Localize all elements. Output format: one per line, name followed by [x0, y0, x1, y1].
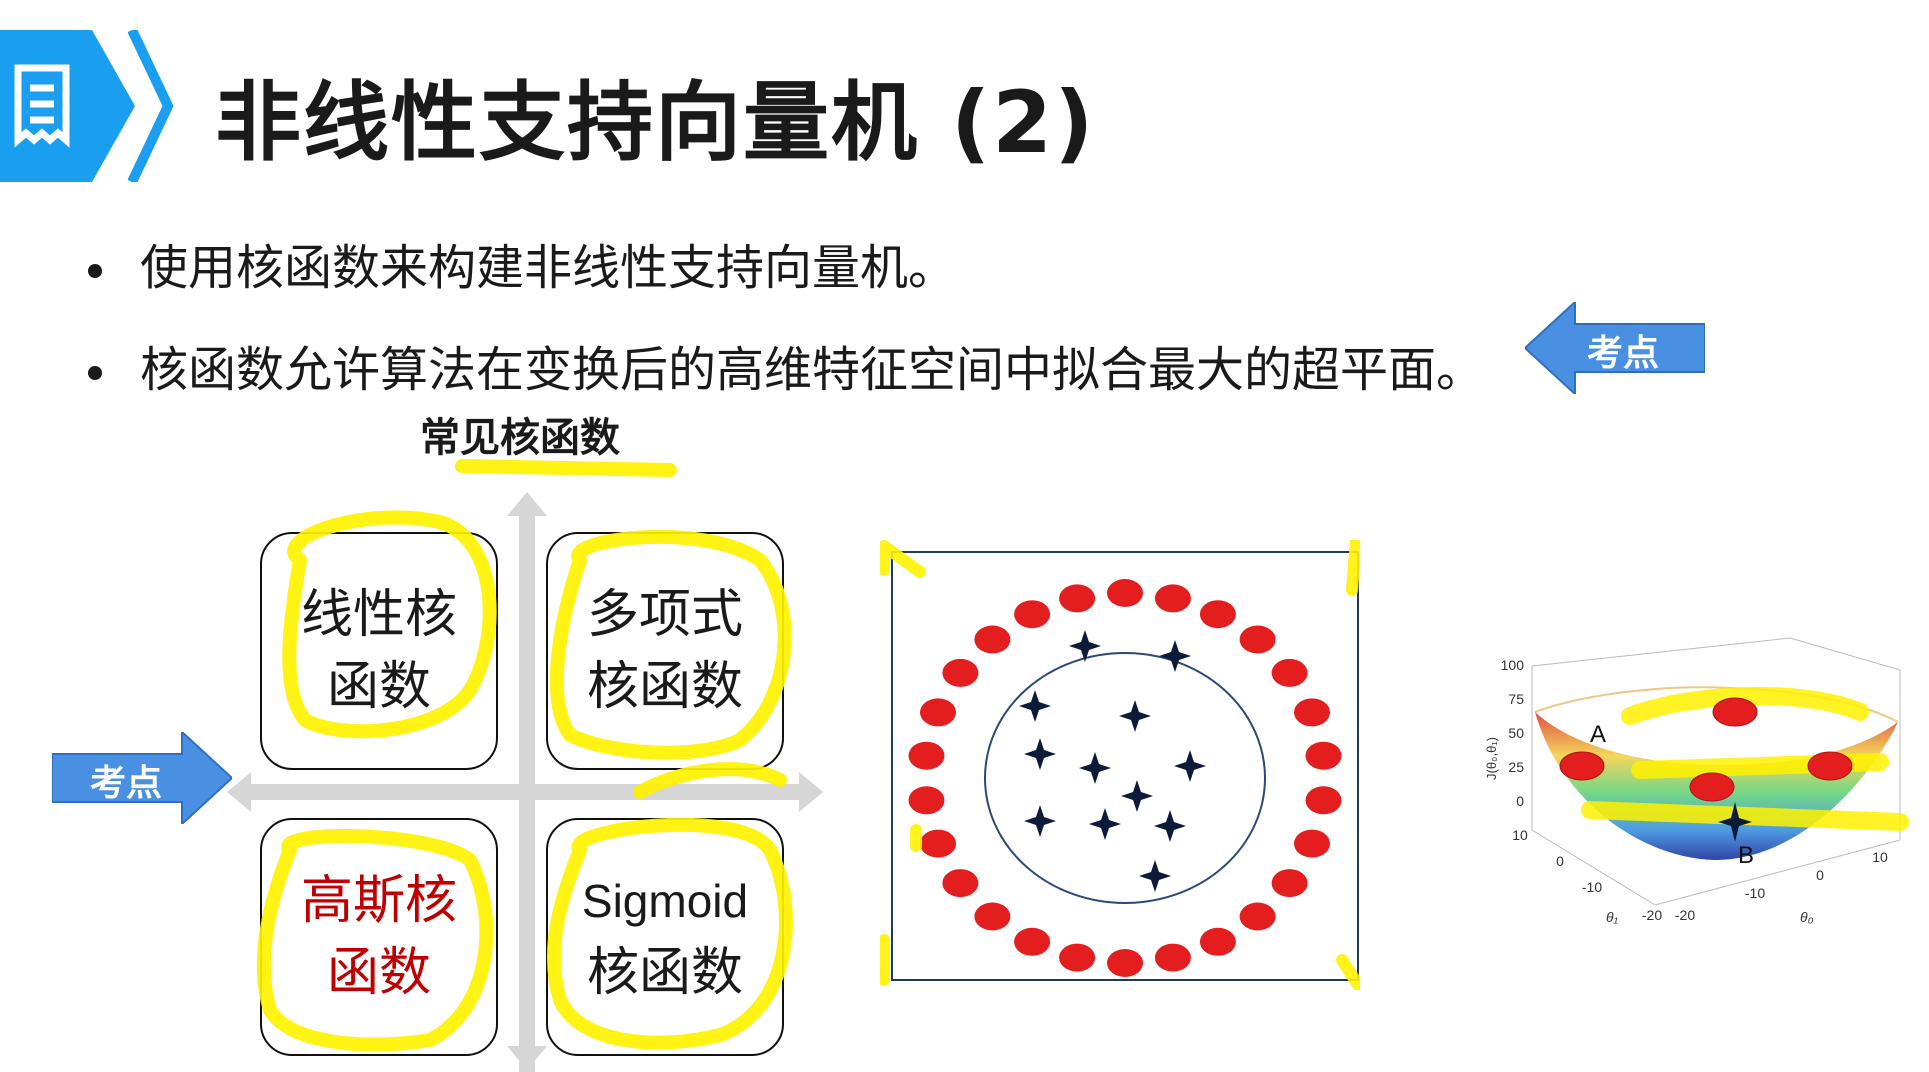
- page-title: 非线性支持向量机 (2): [215, 73, 1096, 173]
- theta1-tick: 10: [1512, 827, 1528, 843]
- exam-point-tag-quadrants: 考点: [51, 729, 234, 827]
- z-tick: 100: [1501, 657, 1525, 673]
- outer-point: [920, 698, 956, 727]
- kernel-sigmoid: Sigmoid 核函数: [546, 818, 784, 1056]
- outer-point: [1059, 943, 1096, 972]
- kernel-label-line1: 线性核: [300, 585, 457, 645]
- theta0-tick: -20: [1675, 907, 1695, 923]
- theta0-axis-label: θ₀: [1800, 909, 1814, 925]
- theta0-tick: 0: [1816, 867, 1824, 883]
- exam-point-tag: 考点: [1523, 299, 1706, 397]
- kernel-label-line2: 函数: [326, 943, 431, 1003]
- sample-point: [1712, 697, 1758, 727]
- outer-point: [1294, 829, 1330, 858]
- z-tick: 25: [1508, 759, 1524, 775]
- kernels-title: 常见核函数: [420, 415, 620, 461]
- outer-point: [1294, 698, 1330, 727]
- theta1-tick: -20: [1642, 907, 1662, 923]
- outer-point: [942, 658, 979, 687]
- outer-point: [1014, 927, 1051, 956]
- cost-surface-3d-plot: 100 75 50 25 0 10 0 -10 -20 10 0 -10 -20…: [1484, 637, 1909, 925]
- theta1-axis-label: θ₁: [1606, 909, 1619, 925]
- outer-point: [1239, 902, 1276, 931]
- outer-point: [1154, 584, 1191, 613]
- kernel-gaussian: 高斯核 函数: [260, 818, 498, 1056]
- z-tick: 0: [1516, 793, 1524, 809]
- outer-point: [1154, 943, 1191, 972]
- kernel-label-line1: 多项式: [586, 585, 743, 645]
- plot-frame: [891, 551, 1359, 981]
- svm-kernel-illustration: [880, 540, 1360, 990]
- outer-point: [1239, 625, 1276, 654]
- kernel-linear: 线性核 函数: [260, 532, 498, 770]
- outer-point: [1271, 658, 1308, 687]
- bullet-dot: [88, 366, 102, 380]
- outer-point: [942, 869, 979, 898]
- bullet-dot: [88, 264, 102, 278]
- sample-point: [1807, 751, 1853, 781]
- exam-point-label: 考点: [90, 763, 163, 804]
- theta1-tick: 0: [1556, 853, 1564, 869]
- bullet-text: 使用核函数来构建非线性支持向量机。: [140, 240, 957, 296]
- outer-point: [1107, 949, 1143, 977]
- kernel-label-line1: 高斯核: [300, 871, 457, 931]
- kernel-label-line2: 函数: [326, 657, 431, 717]
- outer-point: [1014, 600, 1051, 629]
- outer-point: [974, 902, 1011, 931]
- z-tick: 75: [1508, 691, 1524, 707]
- bullet-text: 核函数允许算法在变换后的高维特征空间中拟合最大的超平面。: [140, 342, 1485, 398]
- z-tick: 50: [1508, 725, 1524, 741]
- outer-point: [974, 625, 1011, 654]
- exam-point-label: 考点: [1587, 333, 1660, 374]
- bullet-item: 使用核函数来构建非线性支持向量机。: [88, 228, 956, 298]
- kernel-label-line1: Sigmoid: [581, 875, 749, 927]
- outer-point: [1199, 927, 1236, 956]
- header-banner: [0, 30, 135, 182]
- kernel-label-line2: 核函数: [586, 943, 743, 1003]
- outer-point: [1199, 600, 1236, 629]
- sample-point: [1559, 751, 1605, 781]
- theta0-tick: -10: [1745, 885, 1765, 901]
- kernel-label-line2: 核函数: [586, 657, 743, 717]
- outer-point: [1305, 786, 1342, 815]
- z-axis-label: J(θ₀,θ₁): [1484, 737, 1499, 780]
- outer-point: [1305, 741, 1342, 770]
- theta0-tick: 10: [1872, 849, 1888, 865]
- outer-point: [908, 741, 945, 770]
- kernel-polynomial: 多项式 核函数: [546, 532, 784, 770]
- outer-point: [1059, 584, 1096, 613]
- theta1-tick: -10: [1582, 879, 1602, 895]
- outer-point: [1271, 869, 1308, 898]
- point-a-label: A: [1590, 721, 1606, 748]
- bullet-item: 核函数允许算法在变换后的高维特征空间中拟合最大的超平面。: [88, 330, 1484, 400]
- point-b-label: B: [1738, 842, 1754, 869]
- outer-point: [1107, 579, 1143, 607]
- outer-point: [920, 829, 956, 858]
- header-chevron: [128, 30, 174, 182]
- outer-point: [908, 786, 945, 815]
- sample-point: [1689, 772, 1735, 802]
